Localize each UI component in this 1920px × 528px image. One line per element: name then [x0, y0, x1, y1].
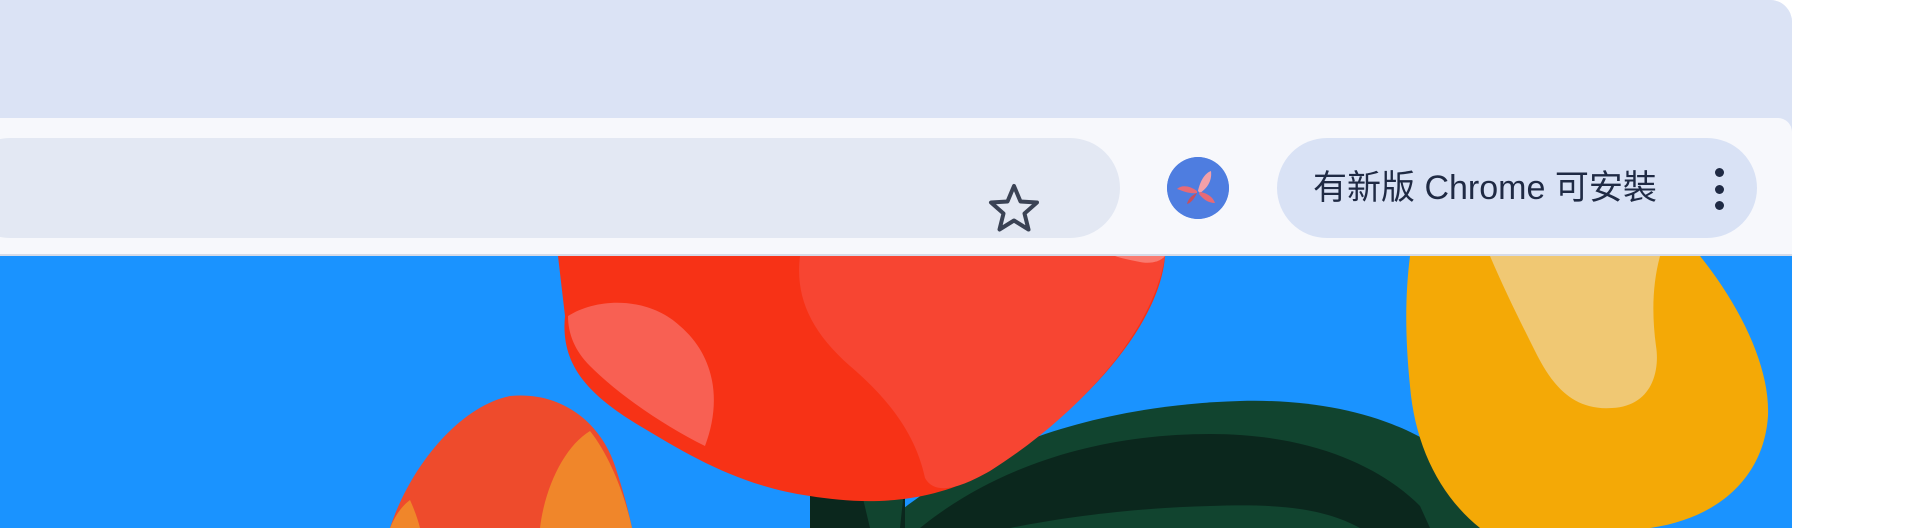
tab-strip: [0, 0, 1792, 118]
address-bar[interactable]: [0, 138, 1120, 238]
browser-window: 有新版 Chrome 可安裝: [0, 0, 1792, 528]
floral-illustration: [0, 256, 1792, 528]
chrome-update-button[interactable]: 有新版 Chrome 可安裝: [1277, 138, 1757, 238]
butterfly-avatar-icon: [1167, 157, 1229, 219]
bookmark-star-button[interactable]: [976, 178, 1052, 238]
update-button-label: 有新版 Chrome 可安裝: [1313, 169, 1657, 207]
page-content-wallpaper: [0, 256, 1792, 528]
vertical-dots-icon[interactable]: [1709, 168, 1729, 210]
star-outline-icon: [989, 184, 1039, 232]
profile-avatar-button[interactable]: [1167, 157, 1229, 219]
